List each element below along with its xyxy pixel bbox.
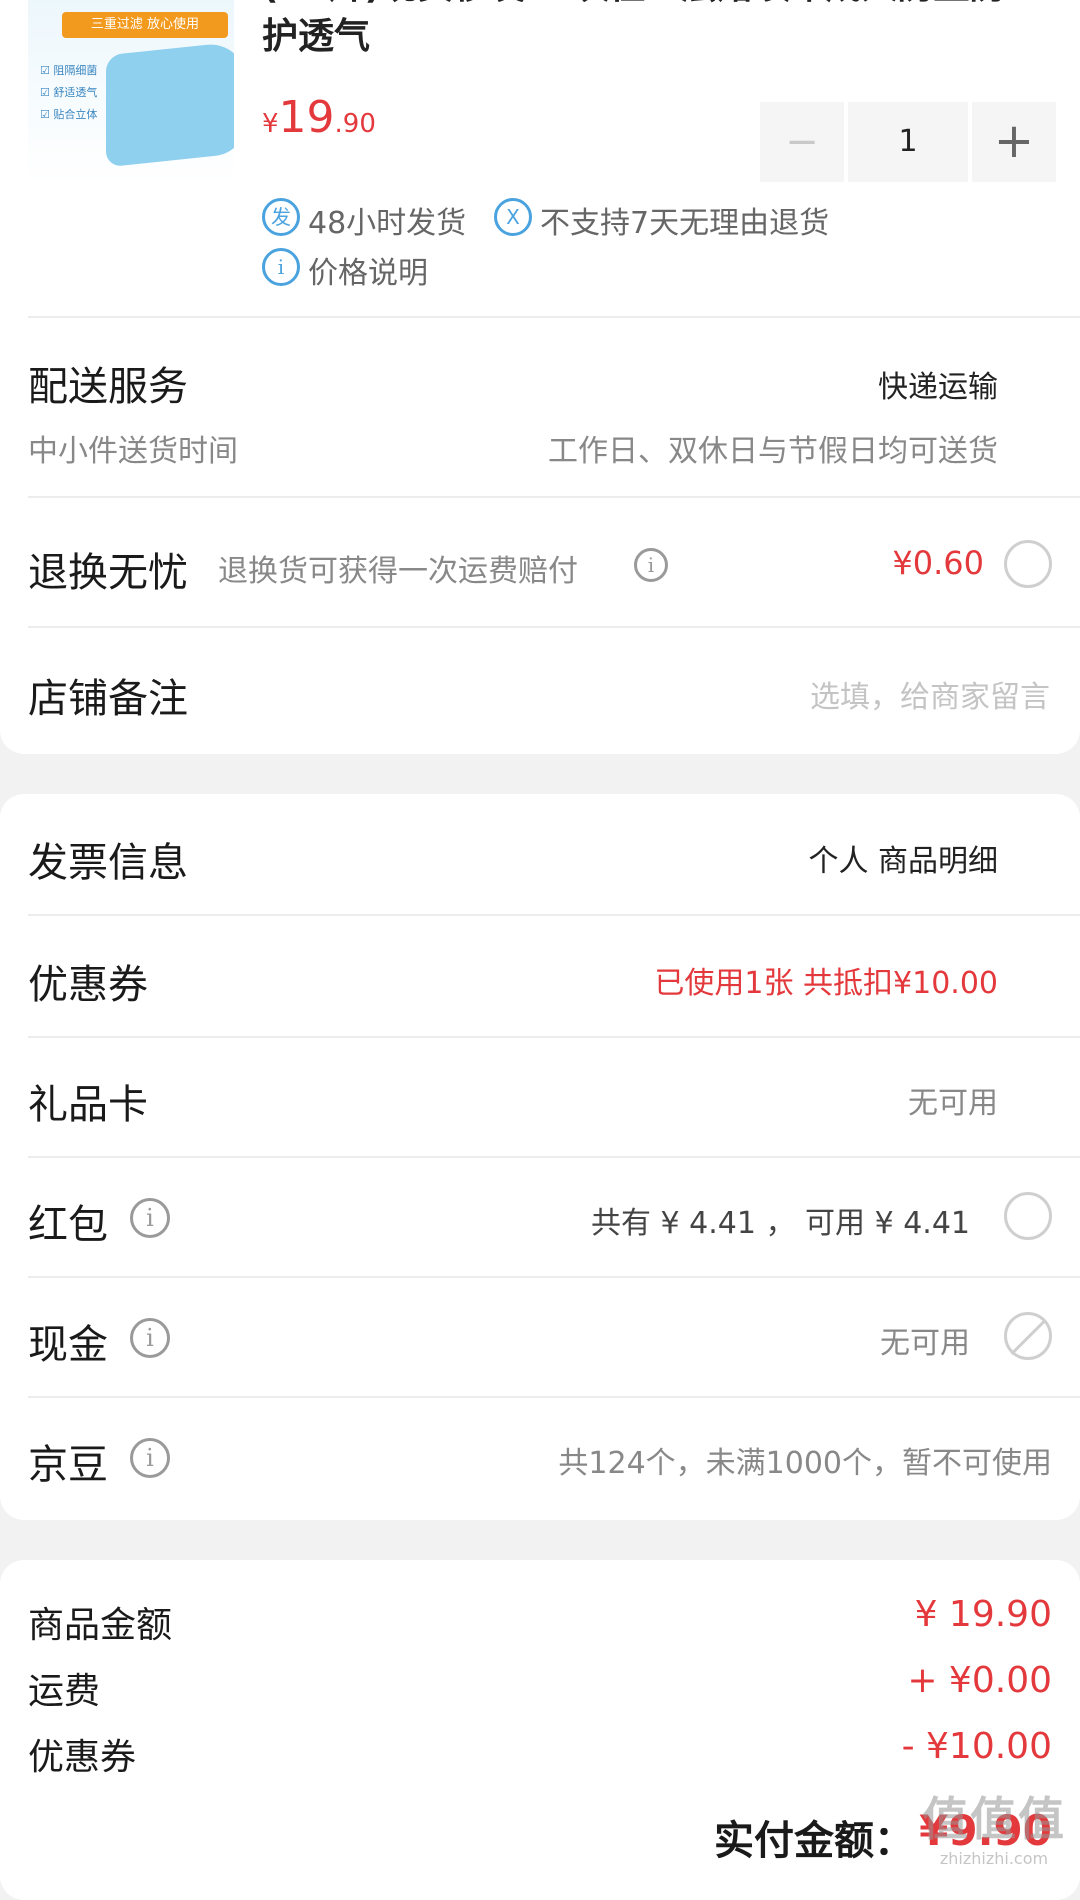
invoice-value[interactable]: 个人 商品明细	[808, 836, 998, 880]
cash-value: 无可用	[880, 1326, 970, 1361]
product-card: 三重过滤 放心使用 ☑ 阻隔细菌 ☑ 舒适透气 ☑ 贴合立体 (30片)现货秒发…	[0, 0, 1080, 320]
product-title-line: 护透气	[262, 16, 371, 57]
info-icon[interactable]: i	[130, 1198, 170, 1238]
jingdou-value: 共124个，未满1000个，暂不可使用	[558, 1446, 1052, 1481]
delivery-sub-value: 工作日、双休日与节假日均可送货	[548, 434, 998, 469]
summary-value: - ¥10.00	[901, 1726, 1052, 1767]
info-icon[interactable]: i	[130, 1438, 170, 1478]
cash-label: 现金	[28, 1322, 108, 1368]
invoice-label: 发票信息	[28, 840, 188, 886]
info-icon[interactable]: i	[634, 548, 668, 582]
price-decimal: .90	[334, 109, 376, 139]
divider	[28, 496, 1080, 498]
gift-card-label: 礼品卡	[28, 1082, 148, 1128]
watermark: 值值值 zhizhizhi.com	[922, 1783, 1066, 1868]
cash-radio-disabled-icon	[1004, 1312, 1052, 1360]
delivery-label: 配送服务	[28, 364, 188, 410]
jingdou-label: 京豆	[28, 1442, 108, 1488]
divider	[28, 1396, 1080, 1398]
mask-shape	[106, 40, 234, 168]
shipping-tag: 48小时发货	[308, 206, 467, 241]
shop-remark-input[interactable]: 选填，给商家留言	[810, 672, 1050, 716]
payment-options-card: 发票信息 个人 商品明细 优惠券 已使用1张 共抵扣¥10.00 礼品卡 无可用…	[0, 794, 1080, 1520]
watermark-logo: 值值值	[922, 1792, 1066, 1846]
gift-card-value[interactable]: 无可用	[908, 1078, 998, 1122]
product-price: ¥19.90	[262, 92, 376, 143]
product-title[interactable]: (30片)现货秒发 一次性三层熔喷布成人防尘防 护透气	[262, 0, 1052, 60]
product-image[interactable]: 三重过滤 放心使用 ☑ 阻隔细菌 ☑ 舒适透气 ☑ 贴合立体	[28, 0, 234, 184]
summary-label: 优惠券	[28, 1737, 137, 1778]
mask-feature: ☑ 舒适透气	[40, 86, 98, 99]
divider	[28, 1036, 1080, 1038]
coupon-value[interactable]: 已使用1张 共抵扣¥10.00	[654, 958, 998, 1002]
delivery-value[interactable]: 快递运输	[878, 362, 998, 406]
shipping-icon: 发	[262, 198, 300, 236]
summary-label: 运费	[28, 1671, 101, 1712]
divider	[28, 626, 1080, 628]
mask-feature: ☑ 阻隔细菌	[40, 64, 98, 77]
red-packet-label: 红包	[28, 1202, 108, 1248]
price-info-link[interactable]: 价格说明	[308, 248, 428, 292]
summary-card: 商品金额 ¥ 19.90 运费 + ¥0.00 优惠券 - ¥10.00 实付金…	[0, 1560, 1080, 1900]
info-icon[interactable]: i	[262, 248, 300, 286]
mask-feature: ☑ 贴合立体	[40, 108, 98, 121]
return-worry-free-label: 退换无忧	[28, 550, 188, 596]
divider	[28, 316, 1080, 318]
divider	[28, 1156, 1080, 1158]
divider	[28, 914, 1080, 916]
quantity-increase-button[interactable]: +	[972, 102, 1056, 182]
coupon-label: 优惠券	[28, 962, 148, 1008]
red-packet-radio[interactable]	[1004, 1192, 1052, 1240]
delivery-sub-label: 中小件送货时间	[28, 434, 238, 469]
red-packet-value: 共有 ¥ 4.41 ， 可用 ¥ 4.41	[591, 1206, 970, 1241]
shop-remark-label: 店铺备注	[28, 676, 188, 722]
product-image-banner: 三重过滤 放心使用	[62, 12, 228, 38]
no-return-icon: X	[494, 198, 532, 236]
summary-value: + ¥0.00	[907, 1660, 1052, 1701]
return-worry-free-price: ¥0.60	[892, 544, 984, 582]
watermark-url: zhizhizhi.com	[939, 1849, 1049, 1868]
divider	[28, 1276, 1080, 1278]
quantity-decrease-button[interactable]: −	[760, 102, 844, 182]
quantity-input[interactable]: 1	[848, 102, 968, 182]
summary-value: ¥ 19.90	[914, 1594, 1052, 1635]
info-icon[interactable]: i	[130, 1318, 170, 1358]
return-worry-free-desc: 退换货可获得一次运费赔付	[218, 554, 578, 589]
total-label: 实付金额：	[714, 1818, 914, 1864]
price-symbol: ¥	[262, 109, 279, 139]
return-worry-free-radio[interactable]	[1004, 540, 1052, 588]
no-return-tag: 不支持7天无理由退货	[540, 206, 830, 241]
service-card: 配送服务 快递运输 中小件送货时间 工作日、双休日与节假日均可送货 退换无忧 退…	[0, 300, 1080, 754]
price-integer: 19	[278, 92, 335, 143]
product-title-line: (30片)现货秒发 一次性三层熔喷布成人防尘防	[262, 0, 1052, 10]
summary-label: 商品金额	[28, 1605, 173, 1646]
